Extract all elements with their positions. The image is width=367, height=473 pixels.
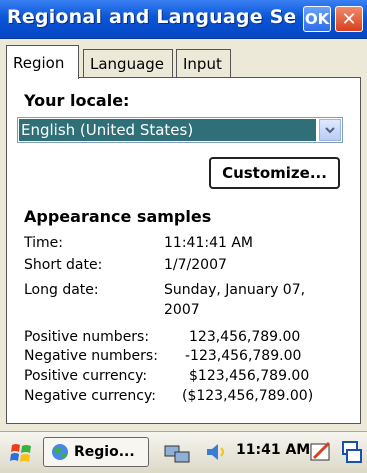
tab-language[interactable]: Language: [83, 49, 173, 78]
negative-currency-value: ($123,456,789.00): [182, 388, 314, 404]
positive-numbers-label: Positive numbers:: [24, 329, 150, 345]
network-icon[interactable]: [163, 440, 191, 468]
negative-numbers-value: -123,456,789.00: [185, 348, 302, 364]
negative-numbers-label: Negative numbers:: [24, 348, 158, 364]
locale-heading: Your locale:: [24, 91, 130, 110]
window-title: Regional and Language Se...: [7, 6, 295, 28]
positive-currency-label: Positive currency:: [24, 368, 148, 384]
long-date-value-line1: Sunday, January 07,: [164, 282, 306, 298]
negative-currency-label: Negative currency:: [24, 388, 156, 404]
tab-region[interactable]: Region: [6, 45, 79, 79]
regional-settings-icon: [49, 442, 71, 466]
task-button-label: Regio...: [74, 444, 135, 460]
short-date-value: 1/7/2007: [164, 257, 227, 273]
samples-heading: Appearance samples: [24, 207, 212, 226]
customize-button[interactable]: Customize...: [209, 157, 340, 189]
window-switcher-icon[interactable]: [341, 440, 363, 468]
volume-icon[interactable]: [203, 440, 229, 468]
chevron-down-icon[interactable]: [319, 119, 341, 141]
long-date-value-line2: 2007: [164, 302, 200, 318]
time-label: Time:: [24, 235, 63, 251]
short-date-label: Short date:: [24, 257, 103, 273]
task-button-regional[interactable]: Regio...: [43, 437, 149, 467]
positive-numbers-value: 123,456,789.00: [189, 329, 301, 345]
start-flag-icon[interactable]: [9, 441, 35, 465]
long-date-label: Long date:: [24, 282, 99, 298]
taskbar: Regio... 11:41 AM: [0, 431, 367, 473]
locale-select[interactable]: English (United States): [17, 117, 343, 143]
input-panel-icon[interactable]: [309, 440, 333, 468]
tab-input[interactable]: Input: [176, 49, 231, 78]
locale-selected-value: English (United States): [19, 119, 316, 141]
time-value: 11:41:41 AM: [164, 235, 253, 251]
title-bar: Regional and Language Se... OK ✕: [0, 0, 367, 39]
positive-currency-value: $123,456,789.00: [189, 368, 310, 384]
close-button[interactable]: ✕: [335, 6, 363, 32]
ok-button[interactable]: OK: [303, 6, 331, 32]
clock[interactable]: 11:41 AM: [236, 442, 310, 458]
